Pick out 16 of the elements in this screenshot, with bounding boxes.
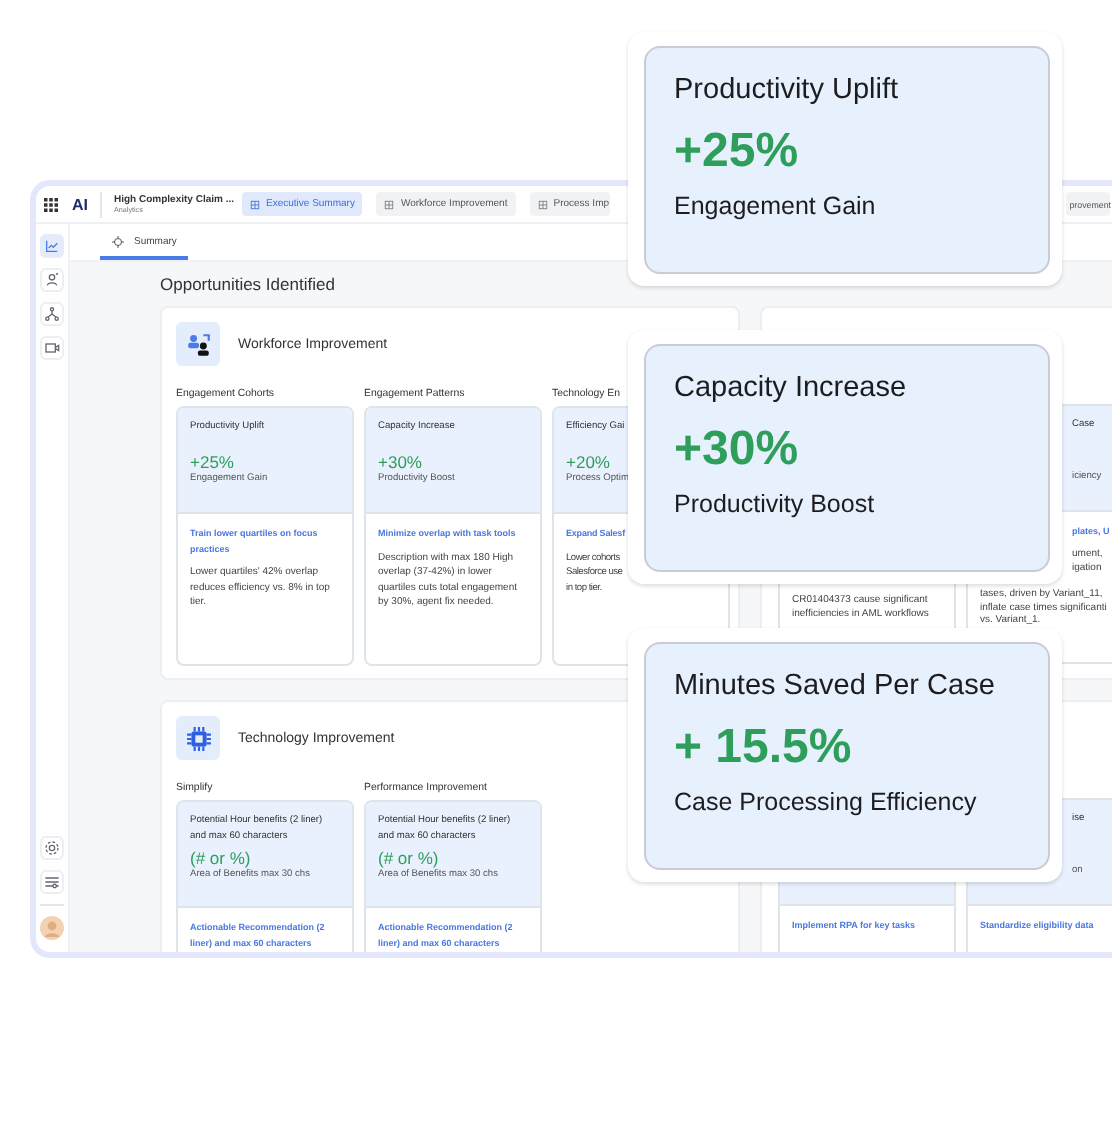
section-heading: Opportunities Identified: [160, 274, 337, 296]
highlight-caption: Productivity Boost: [674, 490, 875, 518]
highlight-value: +30%: [674, 422, 799, 478]
highlight-caption: Case Processing Efficiency: [674, 788, 977, 816]
highlight-caption: Engagement Gain: [674, 192, 876, 220]
metric-value: +20%: [566, 451, 610, 471]
metric-value: (# or %): [190, 848, 251, 868]
metric-value: (# or %): [378, 848, 439, 868]
highlight-title: Productivity Uplift: [674, 74, 899, 106]
highlight-value: + 15.5%: [674, 720, 852, 776]
highlight-title: Minutes Saved Per Case: [674, 670, 995, 702]
highlight-title: Capacity Increase: [674, 372, 907, 404]
highlight-value: +25%: [674, 124, 799, 180]
metric-value: +30%: [378, 451, 422, 471]
metric-value: +25%: [190, 451, 234, 471]
app-logo: AI: [72, 195, 88, 213]
